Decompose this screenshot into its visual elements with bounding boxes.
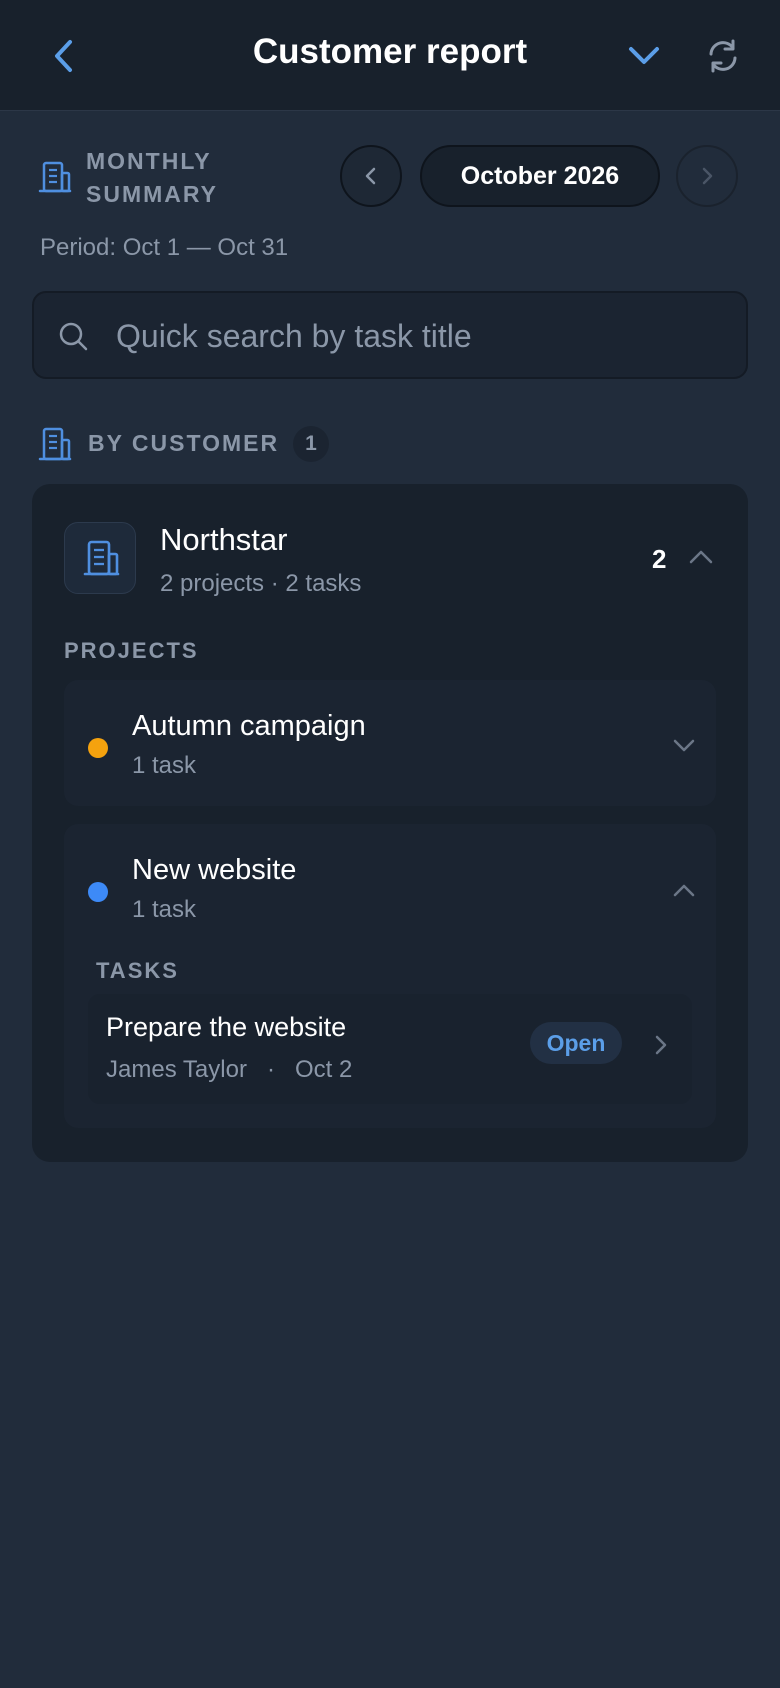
refresh-icon: [709, 39, 737, 73]
project-meta: 1 task: [132, 752, 197, 779]
search-icon: [59, 322, 88, 351]
chevron-right-icon: [702, 167, 713, 185]
monthly-summary-label: MONTHLY SUMMARY: [86, 148, 218, 207]
customer-name[interactable]: Northstar: [160, 522, 287, 558]
building-icon: [38, 427, 72, 461]
task-row[interactable]: Prepare the website James Taylor · Oct 2…: [88, 994, 692, 1104]
task-meta: James Taylor · Oct 2: [106, 1056, 353, 1083]
previous-month-button[interactable]: [340, 145, 402, 207]
building-icon: [38, 161, 72, 193]
page-title: Customer report: [252, 32, 528, 71]
status-badge: Open: [530, 1022, 622, 1064]
tasks-label: TASKS: [96, 958, 179, 983]
search-input[interactable]: [114, 311, 718, 361]
open-task-button[interactable]: [654, 1034, 668, 1056]
project-name: Autumn campaign: [132, 710, 366, 742]
customer-count-badge: 1: [293, 426, 329, 462]
collapse-customer-button[interactable]: [688, 548, 714, 566]
project-name: New website: [132, 854, 297, 886]
collapse-project-button[interactable]: [672, 882, 696, 898]
customer-card: Northstar 2 projects · 2 tasks 2 PROJECT…: [32, 484, 748, 1162]
project-card[interactable]: Autumn campaign 1 task: [64, 680, 716, 806]
by-customer-label: BY CUSTOMER: [88, 430, 280, 456]
project-card[interactable]: New website 1 task TASKS Prepare the web…: [64, 824, 716, 1128]
task-title: Prepare the website: [106, 1012, 347, 1042]
next-month-button[interactable]: [676, 145, 738, 207]
project-meta: 1 task: [132, 896, 197, 923]
customer-meta: 2 projects · 2 tasks: [160, 570, 362, 597]
refresh-button[interactable]: [705, 38, 741, 74]
chevron-up-icon: [673, 884, 695, 897]
chevron-right-icon: [655, 1035, 667, 1055]
search-box: [32, 291, 748, 379]
project-color-dot: [88, 882, 108, 902]
chevron-down-icon: [673, 739, 695, 752]
projects-label: PROJECTS: [64, 638, 199, 663]
top-bar: Customer report: [0, 0, 780, 111]
customer-avatar: [64, 522, 136, 594]
customer-task-count: 2: [652, 544, 667, 574]
expand-project-button[interactable]: [672, 738, 696, 754]
building-icon: [83, 540, 120, 576]
chevron-left-icon: [365, 167, 376, 185]
chevron-up-icon: [689, 550, 713, 564]
chevron-down-icon: [629, 47, 659, 64]
period-text: Period: Oct 1 — Oct 31: [40, 234, 289, 261]
project-color-dot: [88, 738, 108, 758]
dropdown-button[interactable]: [626, 40, 662, 72]
current-month[interactable]: October 2026: [420, 145, 660, 207]
